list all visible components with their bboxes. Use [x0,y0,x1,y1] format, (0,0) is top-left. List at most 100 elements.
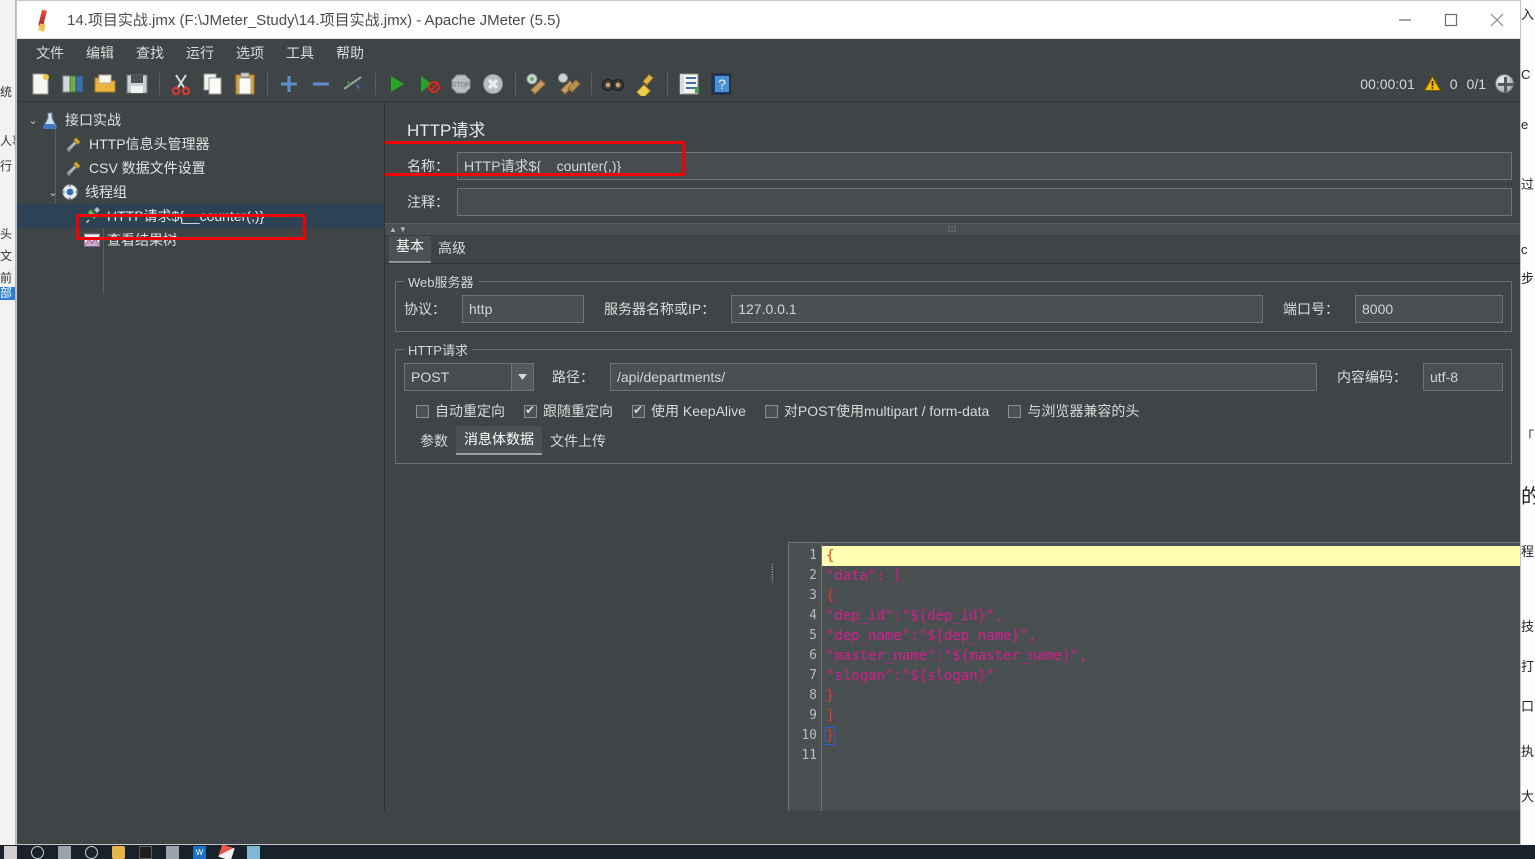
server-input[interactable]: 127.0.0.1 [731,295,1263,323]
editor-code-area[interactable]: { "data": [ { "dep_id":"${dep_id}", "dep… [822,543,1520,811]
chevron-down-icon[interactable]: ⌄ [25,114,41,127]
bg-left-frag: 人事 [0,134,15,148]
minimize-button[interactable] [1382,1,1428,39]
code-line: "dep_id":"${dep_id}", [822,606,1520,626]
code-line: "slogan":"${slogan}" [822,666,1520,686]
tree-node-label: 线程组 [85,184,127,200]
tab-file-upload[interactable]: 文件上传 [542,428,614,455]
menu-options[interactable]: 选项 [227,40,273,66]
expand-all-icon[interactable] [277,72,301,96]
maximize-button[interactable] [1428,1,1474,39]
file-explorer-icon[interactable] [112,845,125,859]
checkbox-box[interactable] [524,403,537,418]
close-button[interactable] [1474,1,1520,39]
line-number: 3 [809,588,817,603]
search-taskbar-icon[interactable] [31,845,44,859]
tree-node-thread-group[interactable]: ⌄ 线程组 [17,180,384,204]
checkbox-keepalive[interactable]: 使用 KeepAlive [632,401,746,421]
chevron-down-icon[interactable]: ⌄ [45,186,61,199]
checkbox-follow-redirect[interactable]: 跟随重定向 [524,401,613,421]
menu-help[interactable]: 帮助 [327,40,373,66]
tab-advanced[interactable]: 高级 [431,234,473,263]
http-request-panel: HTTP请求 名称： HTTP请求${__counter(,)} 注释： ▲▼ … [385,102,1520,811]
tab-parameters[interactable]: 参数 [412,428,456,455]
task-view-icon[interactable] [58,845,71,859]
shutdown-icon[interactable] [481,72,505,96]
http-request-group: HTTP请求 POST 路径： /api/departments/ 内容编码： … [395,340,1512,464]
open-icon[interactable] [93,72,117,96]
cut-icon[interactable] [169,72,193,96]
start-icon[interactable] [385,72,409,96]
jmeter-window: 14.项目实战.jmx (F:\JMeter_Study\14.项目实战.jmx… [16,0,1521,845]
menu-tools[interactable]: 工具 [277,40,323,66]
checkbox-auto-redirect[interactable]: 自动重定向 [416,401,505,421]
tree-node-header-manager[interactable]: HTTP信息头管理器 [17,132,384,156]
warning-triangle-icon [1423,75,1442,91]
body-data-editor[interactable]: 1 2 3 4 5 6 7 8 9 10 11 { "data": [{"d… [788,542,1520,811]
path-input[interactable]: /api/departments/ [610,363,1317,391]
templates-icon[interactable] [61,72,85,96]
tree-node-http-request[interactable]: HTTP请求${__counter(,)} [17,204,384,228]
browser-icon[interactable] [85,845,98,859]
function-helper-icon[interactable] [677,72,701,96]
encoding-input[interactable]: utf-8 [1423,363,1503,391]
protocol-input[interactable]: http [462,295,584,323]
paste-icon[interactable] [233,72,257,96]
background-window-right: 入 C e 过 c 步 「 的 程 技 打 口 执 大 [1521,0,1535,845]
checkbox-box[interactable] [764,404,778,418]
app2-icon[interactable] [247,845,260,859]
tree-node-test-plan[interactable]: ⌄ 接口实战 [17,108,384,132]
menu-run[interactable]: 运行 [177,40,223,66]
menu-edit[interactable]: 编辑 [77,40,123,66]
editor-drag-handle[interactable]: ⦙ ⦙ ⦙ [771,563,777,587]
elapsed-time: 00:00:01 [1360,75,1415,92]
jmeter-taskbar-icon[interactable] [218,845,235,859]
comment-input[interactable] [457,188,1512,216]
start-button-icon[interactable] [4,845,17,859]
menu-search[interactable]: 查找 [127,40,173,66]
code-line: "data": [ [822,566,1520,586]
code-text: "dep_id":"${dep_id}", [826,608,1004,624]
server-label: 服务器名称或IP： [604,301,716,317]
reset-search-icon[interactable] [633,72,657,99]
test-plan-tree[interactable]: ⌄ 接口实战 HTTP信息头管理器 CSV 数据文件设置 ⌄ 线程组 HTTP请… [17,102,385,811]
copy-icon[interactable] [201,72,225,96]
clear-all-icon[interactable] [557,72,581,96]
checkbox-box[interactable] [416,404,429,418]
code-line: "dep_name":"${dep_name}", [822,626,1520,646]
start-no-pauses-icon[interactable] [417,72,441,96]
terminal-icon[interactable] [139,845,152,859]
search-icon[interactable] [601,72,625,96]
svg-text:STOP: STOP [452,82,471,89]
checkbox-box[interactable] [1008,404,1022,418]
word-icon[interactable]: W [193,845,206,859]
checkbox-box[interactable] [632,403,645,418]
toggle-icon[interactable] [341,72,365,96]
new-icon[interactable] [29,72,53,96]
splitter-grip-icon[interactable]: ⦙⦙⦙ [948,224,957,235]
menu-file[interactable]: 文件 [27,40,73,66]
checkbox-browser-compatible-headers[interactable]: 与浏览器兼容的头 [1008,401,1139,421]
thread-group-icon [61,183,79,201]
tab-basic[interactable]: 基本 [389,232,431,263]
collapse-all-icon[interactable] [309,72,333,96]
line-number: 2 [809,568,817,583]
bg-right-frag: C [1521,67,1531,82]
name-input[interactable]: HTTP请求${__counter(,)} [457,152,1512,180]
help-icon[interactable]: ? [709,72,733,96]
tree-node-view-results-tree[interactable]: 查看结果树 [17,228,384,252]
stop-icon[interactable]: STOP [449,72,473,96]
splitter-arrows-icon[interactable]: ▲▼ [389,225,409,234]
port-input[interactable]: 8000 [1355,295,1503,323]
panel-splitter[interactable]: ▲▼ ⦙⦙⦙ [385,223,1520,236]
bg-right-frag: 技 [1521,619,1535,634]
tab-body-data[interactable]: 消息体数据 [456,426,542,455]
app-icon[interactable] [166,845,179,859]
tree-node-csv-data-set[interactable]: CSV 数据文件设置 [17,156,384,180]
save-icon[interactable] [125,72,149,96]
checkbox-multipart[interactable]: 对POST使用multipart / form-data [764,401,989,421]
clear-icon[interactable] [525,72,549,96]
method-select[interactable]: POST [404,363,534,391]
chevron-down-icon[interactable] [511,364,533,390]
